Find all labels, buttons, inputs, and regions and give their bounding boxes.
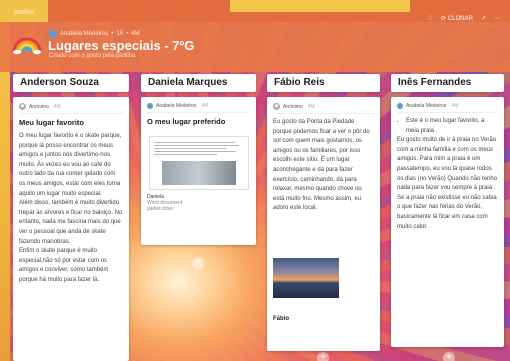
list-item: Este é o meu lugar favorito, a meia prai… <box>406 117 498 136</box>
add-post-button[interactable]: + <box>317 352 329 361</box>
author-avatar <box>397 103 403 109</box>
post-body: Este é o meu lugar favorito, a meia prai… <box>397 117 498 232</box>
dot-separator: • <box>126 31 129 37</box>
sunset-photo[interactable] <box>273 257 339 298</box>
post-body: Eu gosto da Ponta da Piedade porque pode… <box>273 119 370 212</box>
post-author-name: Anabela Medeiros <box>406 103 447 109</box>
post-body: O meu lugar favorito é o skate parque, p… <box>19 132 123 286</box>
post-card[interactable]: Anónimo 4M Meu lugar favorito O meu luga… <box>13 97 129 361</box>
post-card[interactable]: Anabela Medeiros 4M Este é o meu lugar f… <box>391 97 504 347</box>
board-author[interactable]: Anabela Medeiros <box>60 31 108 37</box>
post-paragraph: Eu gosto muito de ir à praia no Verão co… <box>397 137 498 192</box>
post-paragraph: O meu lugar favorito é o skate parque, p… <box>19 133 122 197</box>
column-header[interactable]: Anderson Souza <box>13 74 129 92</box>
post-title: Meu lugar favorito <box>19 118 85 127</box>
column-header[interactable]: Daniela Marques <box>141 74 256 92</box>
post-title: O meu lugar preferido <box>147 117 226 126</box>
more-icon[interactable]: ⋯ <box>494 15 500 22</box>
post-author: Anónimo 4M <box>19 103 123 114</box>
post-author-name: Anónimo <box>283 103 303 110</box>
heart-icon[interactable]: ♡ <box>428 15 433 22</box>
board-likes: 15 <box>116 31 124 37</box>
padlet-logo[interactable]: padlet <box>14 9 34 16</box>
board-subtitle: Criado com o gosto pela partilha <box>49 53 136 59</box>
header-actions: ♡ ⟳ CLONAR ↗ ⋯ <box>428 15 500 23</box>
clone-label: CLONAR <box>447 15 473 22</box>
post-paragraph: Se a praia não existisse eu não sabia o … <box>397 194 497 230</box>
add-post-button[interactable]: + <box>65 352 77 361</box>
post-time: 4M <box>201 103 209 109</box>
refresh-icon: ⟳ <box>440 16 446 22</box>
post-author-name: Anónimo <box>29 103 49 110</box>
post-time: 4M <box>451 103 459 109</box>
bullet-list: Este é o meu lugar favorito, a meia prai… <box>397 117 498 136</box>
post-paragraph: Enfim o skate parque é muito especial,nã… <box>19 248 109 283</box>
attachment-meta: Daniela Word document padlet drive <box>147 194 250 212</box>
post-author: Anabela Medeiros 4M <box>147 103 250 113</box>
document-image <box>161 161 236 185</box>
post-author: Anabela Medeiros 4M <box>397 103 498 113</box>
anonymous-icon <box>19 103 26 110</box>
column-header[interactable]: Fábio Reis <box>267 74 380 92</box>
post-author-name: Anabela Medeiros <box>156 103 197 109</box>
top-accent-bar <box>230 0 410 12</box>
anonymous-icon <box>273 103 280 110</box>
document-preview[interactable] <box>148 136 249 190</box>
clone-button[interactable]: ⟳ CLONAR <box>440 15 473 23</box>
post-paragraph: Além disso, também é muito divertido tre… <box>19 200 123 245</box>
attachment-source: padlet drive <box>147 206 173 212</box>
author-avatar <box>147 103 153 109</box>
post-author: Anónimo 4M <box>273 103 374 114</box>
photo-caption: Fábio <box>273 315 289 322</box>
post-time: 4M <box>53 103 61 110</box>
post-time: 4M <box>307 103 315 110</box>
add-post-button[interactable]: + <box>443 352 455 361</box>
column-header[interactable]: Inês Fernandes <box>391 74 504 92</box>
post-card[interactable]: Anabela Medeiros 4M O meu lugar preferid… <box>141 97 256 245</box>
board-title: Lugares especiais - 7ºG <box>48 38 195 53</box>
dot-separator: • <box>111 31 114 37</box>
board-age: 4M <box>131 31 140 37</box>
author-avatar <box>49 30 57 38</box>
share-icon[interactable]: ↗ <box>481 15 486 22</box>
post-card[interactable]: Anónimo 4M Eu gosto da Ponta da Piedade … <box>267 97 380 351</box>
rainbow-icon <box>12 37 42 55</box>
add-post-button[interactable]: + <box>192 257 204 269</box>
